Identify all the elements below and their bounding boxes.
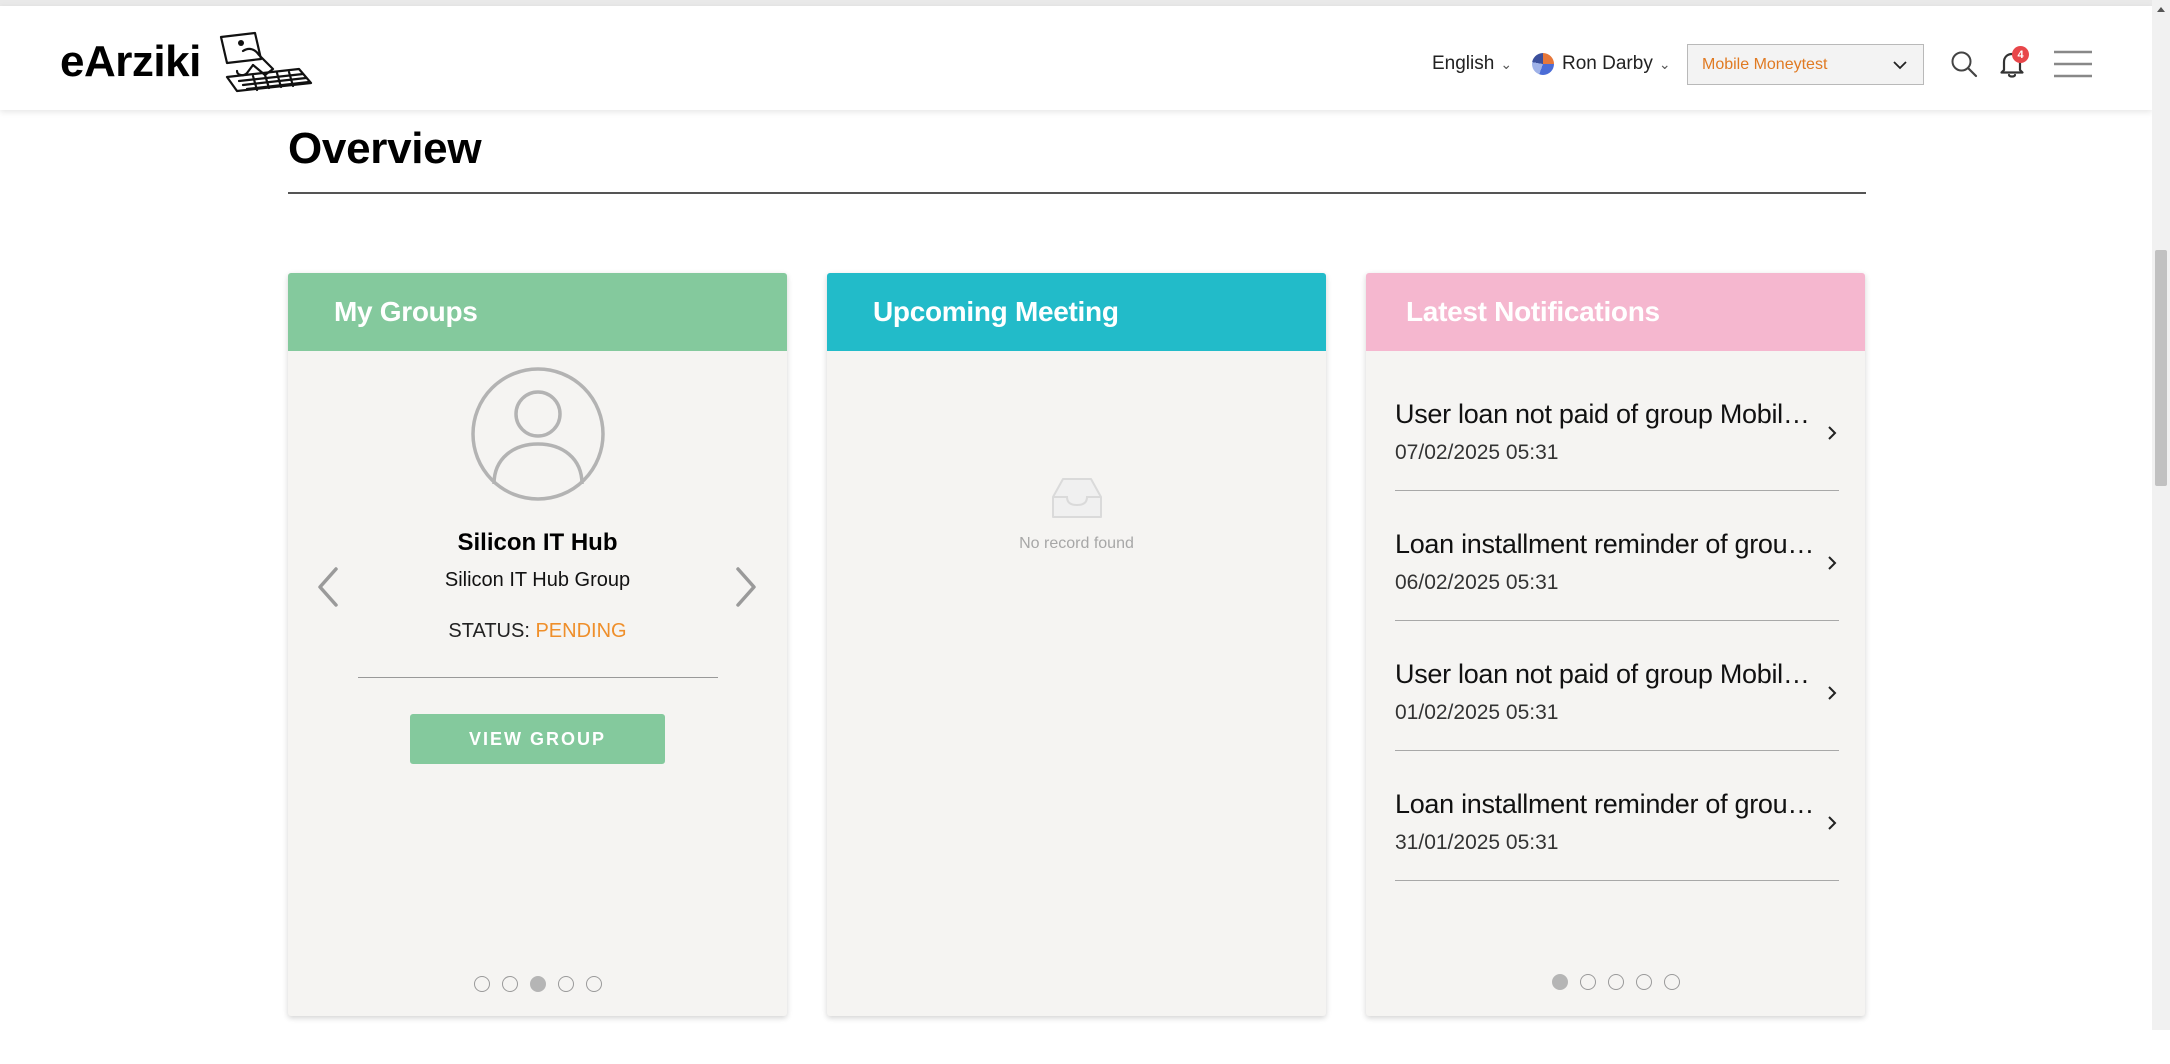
notification-title: User loan not paid of group Mobile Money… bbox=[1395, 659, 1815, 689]
language-label: English bbox=[1432, 53, 1495, 74]
notification-date: 31/01/2025 05:31 bbox=[1395, 831, 1559, 854]
chevron-right-icon bbox=[1828, 686, 1837, 700]
notification-title: Loan installment reminder of group Mobil… bbox=[1395, 529, 1815, 559]
pager-dot[interactable] bbox=[473, 976, 490, 992]
empty-state-text: No record found bbox=[1019, 535, 1134, 552]
pager-dot[interactable] bbox=[1579, 974, 1596, 990]
chevron-right-icon bbox=[1828, 556, 1837, 570]
group-name: Silicon IT Hub bbox=[457, 529, 618, 556]
search-icon bbox=[1951, 51, 1978, 78]
logo[interactable]: eArziki bbox=[60, 28, 315, 96]
group-divider bbox=[358, 677, 718, 678]
chevron-down-icon: ⌄ bbox=[1658, 55, 1671, 72]
account-select-value: Mobile Moneytest bbox=[1702, 55, 1828, 73]
title-divider bbox=[288, 192, 1866, 194]
pager-dot[interactable] bbox=[529, 976, 546, 992]
notification-list: User loan not paid of group Mobile Money… bbox=[1395, 361, 1839, 881]
notification-count-badge: 4 bbox=[2012, 46, 2029, 63]
status-badge: PENDING bbox=[535, 620, 627, 642]
notification-item[interactable]: User loan not paid of group Mobile Money… bbox=[1395, 621, 1839, 751]
page-title: Overview bbox=[288, 124, 482, 173]
group-status: STATUS: PENDING bbox=[288, 620, 787, 643]
view-group-button[interactable]: VIEW GROUP bbox=[410, 714, 665, 764]
scroll-up-arrow[interactable] bbox=[2152, 0, 2170, 18]
notification-date: 06/02/2025 05:31 bbox=[1395, 571, 1559, 594]
hand-keyboard-logo-icon bbox=[219, 31, 312, 93]
notification-item[interactable]: Loan installment reminder of group Mobil… bbox=[1395, 491, 1839, 621]
chevron-right-icon bbox=[1828, 816, 1837, 830]
scrollbar-track[interactable] bbox=[2152, 0, 2170, 1030]
empty-inbox-icon bbox=[1052, 478, 1102, 518]
upcoming-meeting-card-title: Upcoming Meeting bbox=[827, 273, 1326, 351]
latest-notifications-card: Latest Notifications User loan not paid … bbox=[1366, 273, 1865, 1016]
notifications-carousel-pager bbox=[1366, 974, 1865, 990]
menu-button[interactable] bbox=[2052, 48, 2094, 80]
group-subtitle: Silicon IT Hub Group bbox=[444, 569, 631, 591]
notification-title: User loan not paid of group Mobile Money… bbox=[1395, 399, 1815, 429]
scrollbar-thumb[interactable] bbox=[2155, 250, 2167, 486]
account-select[interactable]: Mobile Moneytest bbox=[1687, 44, 1924, 85]
latest-notifications-card-title: Latest Notifications bbox=[1366, 273, 1865, 351]
triangle-up-icon bbox=[2157, 7, 2165, 12]
logo-text: eArziki bbox=[60, 37, 201, 86]
my-groups-card-title: My Groups bbox=[288, 273, 787, 351]
user-name: Ron Darby bbox=[1562, 53, 1653, 74]
status-label: STATUS: bbox=[448, 620, 530, 642]
user-avatar bbox=[1532, 53, 1554, 75]
chevron-down-icon: ⌄ bbox=[1500, 55, 1513, 72]
language-selector[interactable]: English ⌄ bbox=[1432, 38, 1512, 90]
pager-dot[interactable] bbox=[585, 976, 602, 992]
notification-item[interactable]: User loan not paid of group Mobile Money… bbox=[1395, 361, 1839, 491]
notification-date: 01/02/2025 05:31 bbox=[1395, 701, 1559, 724]
search-button[interactable] bbox=[1948, 48, 1980, 80]
notification-item[interactable]: Loan installment reminder of group Mobil… bbox=[1395, 751, 1839, 881]
groups-carousel-pager bbox=[288, 976, 787, 992]
pager-dot[interactable] bbox=[1551, 974, 1568, 990]
pager-dot[interactable] bbox=[557, 976, 574, 992]
notification-title: Loan installment reminder of group Mobil… bbox=[1395, 789, 1815, 819]
user-avatar-icon bbox=[471, 367, 605, 501]
pager-dot[interactable] bbox=[1607, 974, 1624, 990]
hamburger-menu-icon bbox=[2054, 50, 2092, 78]
pager-dot[interactable] bbox=[1663, 974, 1680, 990]
chevron-right-icon bbox=[1828, 426, 1837, 440]
upcoming-meeting-card: Upcoming Meeting No record found bbox=[827, 273, 1326, 1016]
chevron-down-icon bbox=[1893, 60, 1907, 69]
user-menu[interactable]: Ron Darby ⌄ bbox=[1532, 38, 1671, 90]
pager-dot[interactable] bbox=[501, 976, 518, 992]
my-groups-card: My Groups Silicon IT Hub Silicon IT Hub … bbox=[288, 273, 787, 1016]
top-header: eArziki English ⌄ Ron Darby ⌄ Mobile Mon… bbox=[0, 6, 2152, 110]
pager-dot[interactable] bbox=[1635, 974, 1652, 990]
notification-date: 07/02/2025 05:31 bbox=[1395, 441, 1559, 464]
